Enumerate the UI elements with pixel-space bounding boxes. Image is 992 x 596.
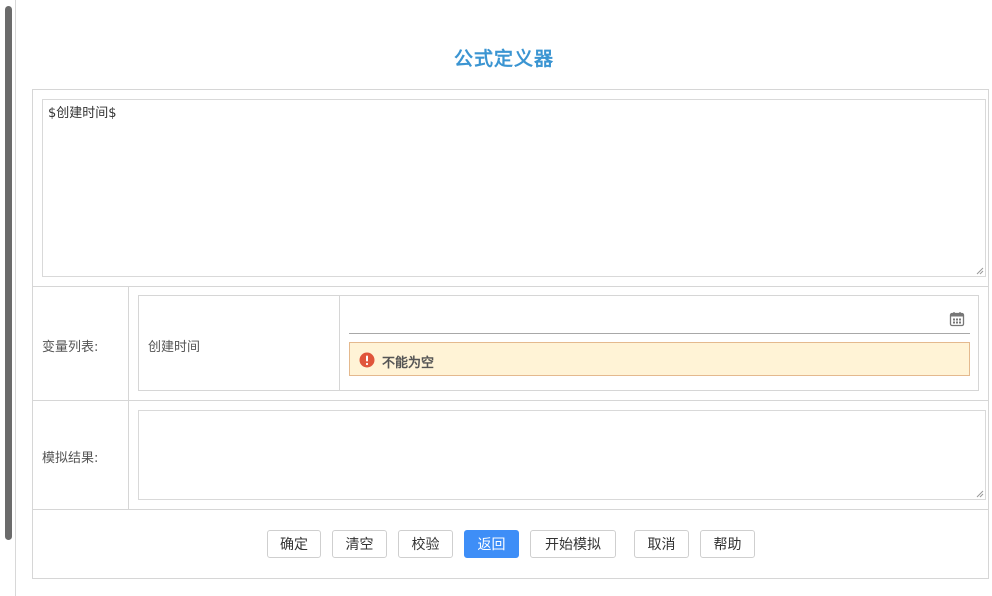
variables-label: 变量列表:: [42, 340, 99, 355]
cancel-button[interactable]: 取消: [634, 530, 689, 558]
back-button[interactable]: 返回: [464, 530, 519, 558]
variable-date-input[interactable]: [349, 308, 970, 334]
scrollbar-thumb[interactable]: [5, 6, 12, 540]
page-title: 公式定义器: [453, 48, 554, 70]
divider: [33, 400, 988, 401]
simulation-label: 模拟结果:: [42, 451, 99, 466]
validate-button[interactable]: 校验: [398, 530, 453, 558]
scrollbar-track[interactable]: [0, 0, 16, 596]
divider: [128, 287, 129, 509]
resize-grip-icon[interactable]: [976, 490, 984, 498]
variable-name: 创建时间: [148, 340, 201, 355]
simulation-result-textarea[interactable]: [138, 410, 986, 500]
resize-grip-icon[interactable]: [976, 267, 984, 275]
divider: [33, 509, 988, 510]
start-simulation-button[interactable]: 开始模拟: [530, 530, 616, 558]
error-icon: [359, 352, 375, 368]
help-button[interactable]: 帮助: [700, 530, 755, 558]
validation-error: 不能为空: [349, 342, 970, 376]
formula-text: $创建时间$: [48, 106, 117, 121]
divider: [339, 296, 340, 390]
confirm-button[interactable]: 确定: [267, 530, 321, 558]
formula-textarea[interactable]: $创建时间$: [42, 99, 986, 277]
divider: [33, 286, 988, 287]
error-message: 不能为空: [382, 356, 435, 371]
clear-button[interactable]: 清空: [332, 530, 387, 558]
calendar-icon[interactable]: [949, 311, 965, 327]
